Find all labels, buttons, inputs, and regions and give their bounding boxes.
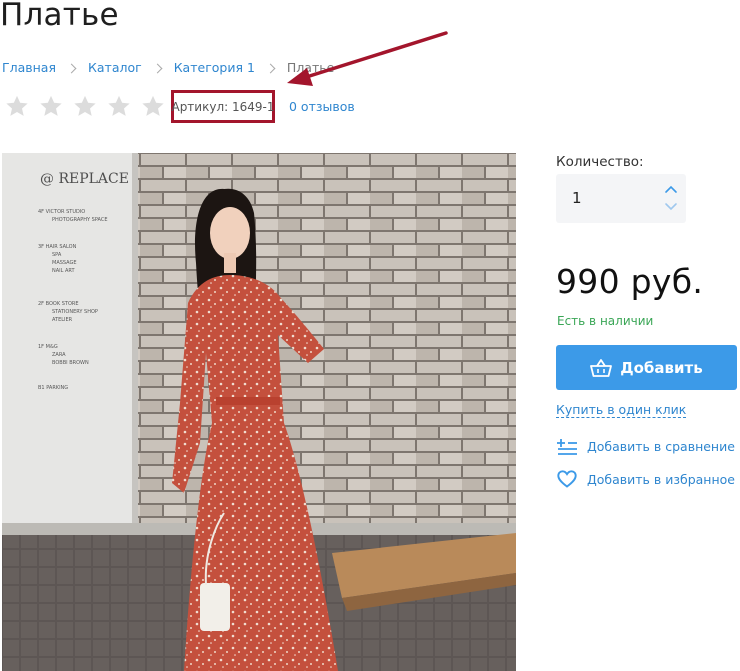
add-to-cart-button[interactable]: Добавить (556, 345, 737, 390)
chevron-right-icon (152, 63, 163, 74)
add-to-favorites-link[interactable]: Добавить в избранное (557, 470, 735, 488)
star-outline-icon[interactable] (36, 94, 66, 119)
svg-text:STATIONERY SHOP: STATIONERY SHOP (52, 309, 98, 315)
add-to-favorites-label: Добавить в избранное (587, 471, 735, 487)
breadcrumb-item-catalog[interactable]: Каталог (88, 60, 142, 75)
sku-highlight-box: Артикул: 1649-1 (171, 90, 275, 123)
star-outline-icon[interactable] (2, 94, 32, 119)
chevron-right-icon (66, 63, 77, 74)
svg-text:MASSAGE: MASSAGE (52, 260, 77, 266)
svg-text:NAIL ART: NAIL ART (52, 268, 76, 274)
quantity-stepper[interactable]: 1 (556, 174, 686, 223)
chevron-right-icon (265, 63, 276, 74)
basket-icon (590, 358, 613, 377)
stock-status: Есть в наличии (557, 314, 654, 328)
svg-text:ATELIER: ATELIER (52, 317, 73, 323)
svg-text:BOBBI BROWN: BOBBI BROWN (52, 360, 89, 366)
svg-text:ZARA: ZARA (52, 352, 66, 358)
quantity-label: Количество: (556, 154, 644, 170)
reviews-link[interactable]: 0 отзывов (289, 99, 355, 114)
compare-list-icon (557, 439, 577, 455)
breadcrumb-item-category[interactable]: Категория 1 (174, 60, 255, 75)
svg-text:3F HAIR SALON: 3F HAIR SALON (38, 244, 77, 250)
svg-text:1F M&G: 1F M&G (38, 344, 58, 350)
buy-one-click-link[interactable]: Купить в один клик (556, 402, 687, 418)
page-title: Платье (0, 0, 119, 33)
product-price: 990 руб. (556, 262, 704, 301)
breadcrumb-item-current: Платье (286, 60, 335, 75)
breadcrumb: Главная Каталог Категория 1 Платье (2, 60, 334, 75)
svg-text:2F BOOK STORE: 2F BOOK STORE (38, 301, 79, 307)
quantity-value[interactable]: 1 (572, 189, 582, 207)
sku-label: Артикул: (171, 99, 229, 114)
star-outline-icon[interactable] (104, 94, 134, 119)
svg-text:4F VICTOR STUDIO: 4F VICTOR STUDIO (38, 209, 85, 215)
chevron-down-icon[interactable] (664, 202, 678, 212)
add-to-cart-label: Добавить (620, 358, 703, 377)
sign-title: @ REPLACE (40, 171, 129, 187)
chevron-up-icon[interactable] (664, 184, 678, 194)
star-outline-icon[interactable] (138, 94, 168, 119)
product-image[interactable]: @ REPLACE 4F VICTOR STUDIO PHOTOGRAPHY S… (2, 153, 516, 671)
sku-value: 1649-1 (232, 99, 275, 114)
breadcrumb-item-home[interactable]: Главная (2, 60, 56, 75)
add-to-compare-link[interactable]: Добавить в сравнение (557, 437, 735, 455)
rating-stars[interactable] (2, 94, 168, 119)
add-to-compare-label: Добавить в сравнение (587, 438, 735, 454)
star-outline-icon[interactable] (70, 94, 100, 119)
svg-text:PHOTOGRAPHY SPACE: PHOTOGRAPHY SPACE (52, 217, 108, 223)
heart-outline-icon (557, 470, 577, 488)
svg-text:SPA: SPA (52, 252, 62, 258)
svg-text:B1 PARKING: B1 PARKING (38, 385, 68, 391)
